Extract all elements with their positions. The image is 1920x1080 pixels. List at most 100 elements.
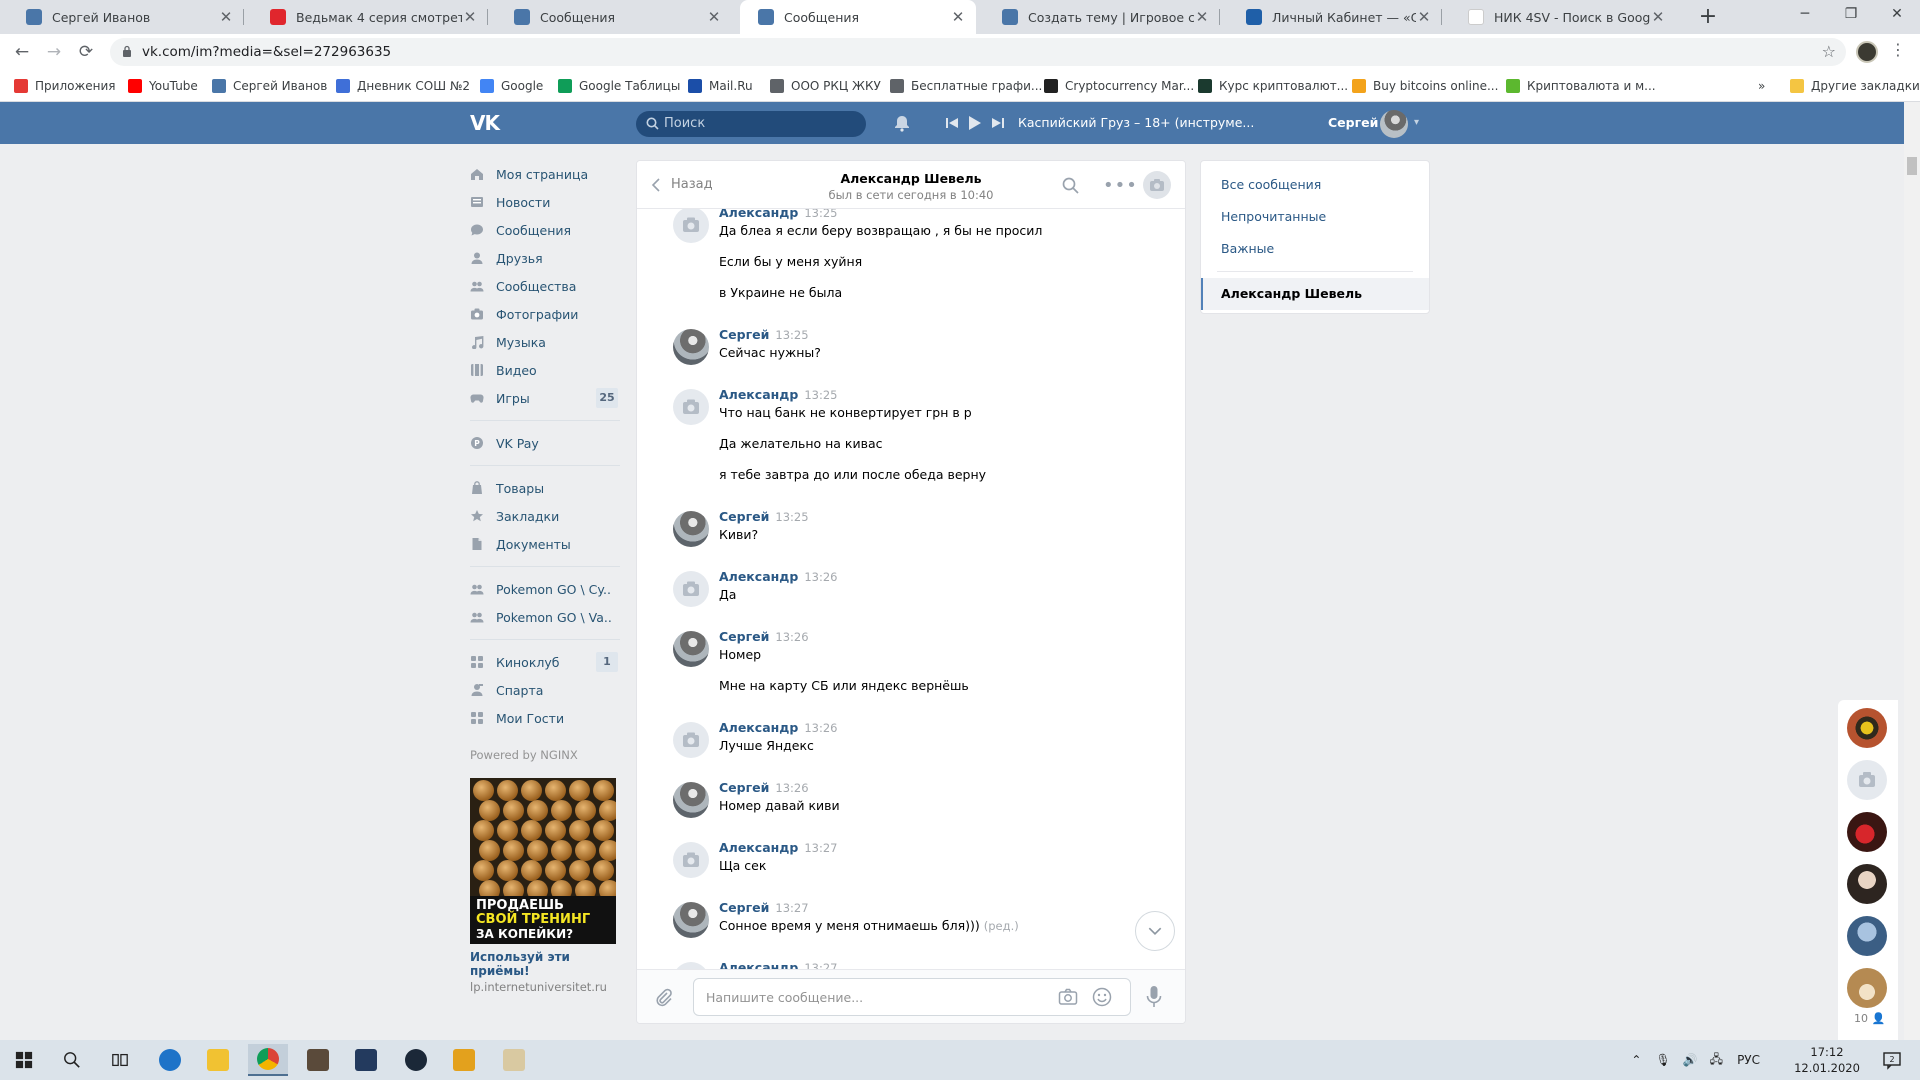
game-launcher-icon[interactable] — [346, 1044, 386, 1076]
close-tab-icon[interactable]: ✕ — [462, 8, 478, 26]
paperclip-icon[interactable] — [655, 988, 673, 1008]
message-time[interactable]: 13:27 — [804, 961, 837, 969]
left-menu-item[interactable]: Сообщения — [470, 216, 620, 244]
next-track-icon[interactable] — [990, 114, 1006, 132]
message-time[interactable]: 13:26 — [804, 570, 837, 584]
left-menu-item[interactable]: Мои Гости — [470, 704, 620, 732]
current-track[interactable]: Каспийский Груз – 18+ (инструме... — [1018, 102, 1254, 144]
bookmarks-overflow-button[interactable]: » — [1758, 70, 1765, 102]
maximize-button[interactable]: ❐ — [1828, 0, 1874, 30]
left-menu-item[interactable]: Закладки — [470, 502, 620, 530]
bookmark-item[interactable]: Сергей Иванов — [212, 70, 327, 102]
vk-user-avatar[interactable] — [1380, 110, 1408, 138]
chevron-down-icon[interactable]: ▾ — [1414, 117, 1419, 128]
bell-icon[interactable] — [893, 114, 911, 132]
quick-chat-avatar[interactable] — [1847, 760, 1887, 800]
bookmark-item[interactable]: Cryptocurrency Mar... — [1044, 70, 1194, 102]
left-menu-item[interactable]: Киноклуб 1 — [470, 648, 620, 676]
message-author[interactable]: Александр 13:26 — [719, 720, 837, 735]
message-time[interactable]: 13:26 — [775, 630, 808, 644]
bookmark-item[interactable]: Курс криптовалют... — [1198, 70, 1348, 102]
task-view-icon[interactable] — [100, 1044, 140, 1076]
language-indicator[interactable]: РУС — [1737, 1053, 1760, 1067]
speaker-icon[interactable]: 🔊 — [1683, 1053, 1698, 1067]
all-messages-link[interactable]: Все сообщения — [1201, 169, 1429, 201]
more-icon[interactable]: ••• — [1103, 175, 1138, 196]
left-menu-item[interactable]: Pokemon GO \ Va.. — [470, 603, 620, 631]
file-explorer-icon[interactable] — [198, 1044, 238, 1076]
vk-search-input[interactable]: Поиск — [636, 111, 866, 137]
smile-icon[interactable] — [1092, 987, 1112, 1007]
reload-icon[interactable]: ⟳ — [72, 38, 100, 66]
unread-messages-link[interactable]: Непрочитанные — [1201, 201, 1429, 233]
play-icon[interactable] — [966, 114, 982, 132]
scroll-down-button[interactable] — [1135, 911, 1175, 951]
ad-coins-image[interactable] — [470, 778, 616, 896]
author-avatar[interactable] — [673, 902, 709, 938]
left-menu-item[interactable]: Друзья — [470, 244, 620, 272]
browser-tab[interactable]: Ведьмак 4 серия смотреть онлайн✕ — [252, 0, 488, 34]
left-menu-item[interactable]: P VK Pay — [470, 429, 620, 457]
browser-tab[interactable]: Создать тему | Игровое сообщество✕ — [984, 0, 1220, 34]
bookmark-star-icon[interactable]: ☆ — [1822, 38, 1836, 66]
bookmark-item[interactable]: Mail.Ru — [688, 70, 753, 102]
ad-block[interactable]: ПРОДАЕШЬ СВОЙ ТРЕНИНГ ЗА КОПЕЙКИ? Исполь… — [470, 778, 616, 994]
bookmark-item[interactable]: ООО РКЦ ЖКУ — [770, 70, 881, 102]
author-avatar[interactable] — [673, 962, 709, 969]
message-time[interactable]: 13:25 — [804, 209, 837, 220]
author-avatar[interactable] — [673, 209, 709, 243]
left-menu-item[interactable]: Моя страница — [470, 160, 620, 188]
close-tab-icon[interactable]: ✕ — [950, 8, 966, 26]
message-author[interactable]: Сергей 13:25 — [719, 327, 809, 342]
quick-chat-avatar[interactable] — [1847, 968, 1887, 1008]
message-time[interactable]: 13:26 — [804, 721, 837, 735]
address-bar[interactable]: vk.com/im?media=&sel=272963635 ☆ — [110, 38, 1846, 66]
left-menu-item[interactable]: Товары — [470, 474, 620, 502]
message-time[interactable]: 13:26 — [775, 781, 808, 795]
left-menu-item[interactable]: Сообщества — [470, 272, 620, 300]
other-bookmarks-folder[interactable]: Другие закладки — [1790, 70, 1920, 102]
browser-tab[interactable]: Сообщения ✕ — [740, 0, 976, 34]
back-arrow-icon[interactable]: ← — [8, 38, 36, 66]
browser-tab[interactable]: Сообщения ✕ — [496, 0, 732, 34]
chrome-icon[interactable] — [248, 1044, 288, 1076]
ad-title[interactable]: Используй эти приёмы! — [470, 950, 616, 978]
left-menu-item[interactable]: Спарта — [470, 676, 620, 704]
author-avatar[interactable] — [673, 511, 709, 547]
message-author[interactable]: Сергей 13:26 — [719, 780, 809, 795]
quick-chat-avatar[interactable] — [1847, 916, 1887, 956]
left-menu-item[interactable]: Видео — [470, 356, 620, 384]
left-menu-item[interactable]: Документы — [470, 530, 620, 558]
left-menu-item[interactable]: Игры 25 — [470, 384, 620, 412]
author-avatar[interactable] — [673, 631, 709, 667]
camera-icon[interactable] — [1058, 988, 1078, 1006]
bookmark-item[interactable]: Buy bitcoins online... — [1352, 70, 1498, 102]
forward-arrow-icon[interactable]: → — [40, 38, 68, 66]
taskbar-clock[interactable]: 17:12 12.01.2020 — [1794, 1044, 1860, 1076]
author-avatar[interactable] — [673, 722, 709, 758]
quick-chats-count[interactable]: 10 👤 — [1854, 1012, 1885, 1025]
message-author[interactable]: Сергей 13:26 — [719, 629, 809, 644]
left-menu-item[interactable]: Музыка — [470, 328, 620, 356]
close-window-button[interactable]: ✕ — [1874, 0, 1920, 30]
close-tab-icon[interactable]: ✕ — [1416, 8, 1432, 26]
browser-tab[interactable]: НИК 4SV - Поиск в Google ✕ — [1450, 0, 1676, 34]
close-tab-icon[interactable]: ✕ — [1650, 8, 1666, 26]
close-tab-icon[interactable]: ✕ — [1194, 8, 1210, 26]
quick-chat-avatar[interactable] — [1847, 864, 1887, 904]
author-avatar[interactable] — [673, 782, 709, 818]
message-author[interactable]: Александр 13:27 — [719, 840, 837, 855]
game-app-icon[interactable] — [298, 1044, 338, 1076]
message-time[interactable]: 13:25 — [775, 328, 808, 342]
vk-user-name[interactable]: Сергей — [1328, 102, 1378, 144]
message-time[interactable]: 13:27 — [775, 901, 808, 915]
minimize-button[interactable]: ─ — [1782, 0, 1828, 30]
close-tab-icon[interactable]: ✕ — [218, 8, 234, 26]
bookmark-item[interactable]: Криптовалюта и м... — [1506, 70, 1656, 102]
important-messages-link[interactable]: Важные — [1201, 233, 1429, 265]
author-avatar[interactable] — [673, 571, 709, 607]
app-icon[interactable] — [444, 1044, 484, 1076]
app-icon[interactable] — [494, 1044, 534, 1076]
previous-track-icon[interactable] — [944, 114, 960, 132]
author-avatar[interactable] — [673, 389, 709, 425]
